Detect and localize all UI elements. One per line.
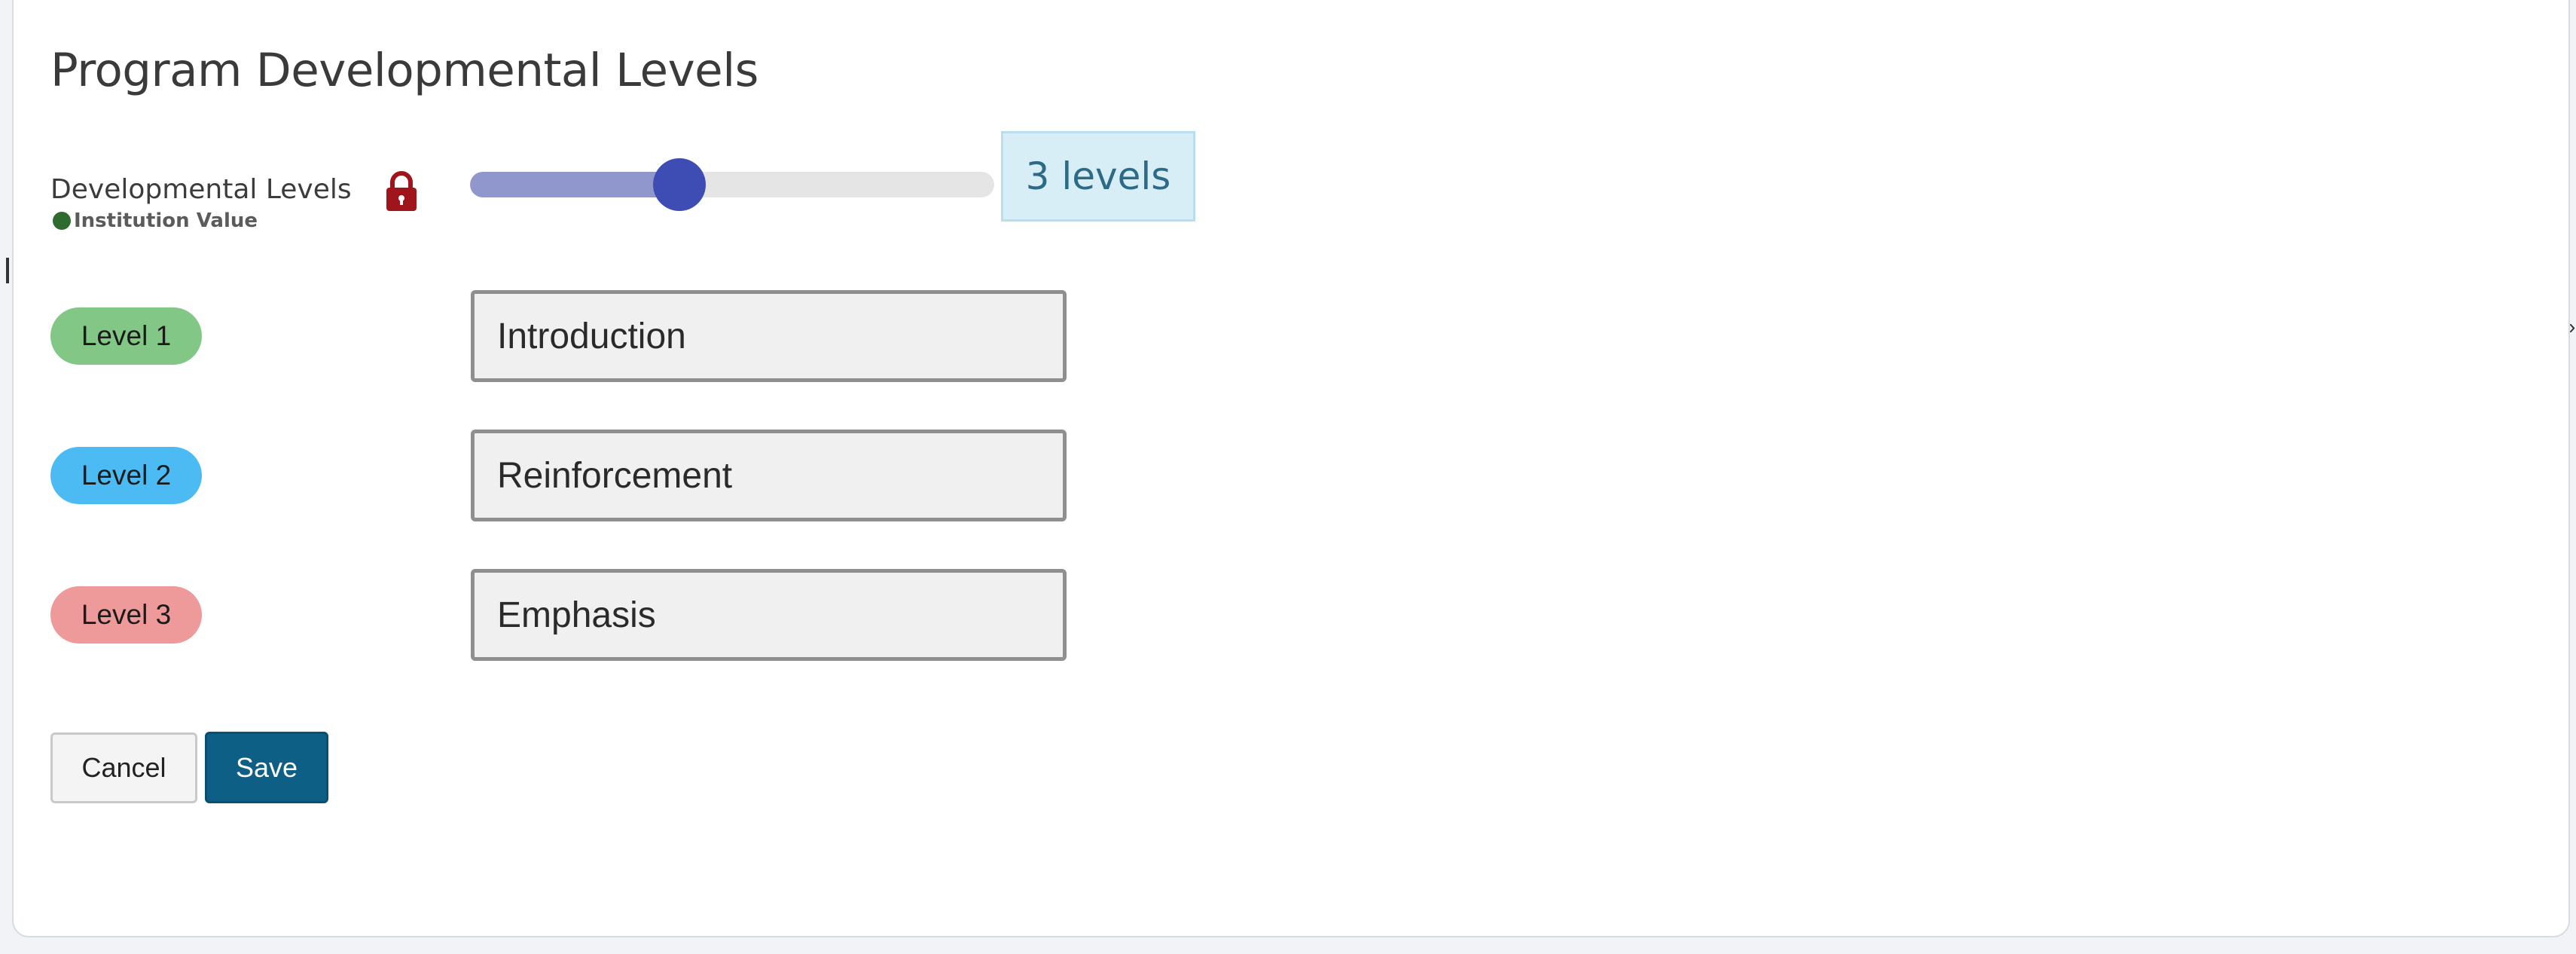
lock-icon[interactable]	[384, 170, 419, 213]
program-developmental-levels-dialog	[12, 0, 2570, 937]
levels-slider-thumb[interactable]	[653, 158, 707, 211]
level-1-name-input[interactable]: Introduction	[471, 290, 1067, 382]
cancel-button[interactable]: Cancel	[50, 732, 197, 803]
left-edge-marker	[6, 258, 9, 283]
levels-slider-fill	[470, 172, 680, 197]
level-1-badge: Level 1	[50, 307, 202, 365]
levels-slider-track[interactable]	[470, 172, 994, 197]
levels-count-display: 3 levels	[1001, 131, 1195, 222]
save-button[interactable]: Save	[205, 732, 328, 803]
level-2-name-input[interactable]: Reinforcement	[471, 430, 1067, 521]
institution-value-label: Institution Value	[74, 209, 258, 232]
level-3-name-input[interactable]: Emphasis	[471, 569, 1067, 661]
level-2-badge: Level 2	[50, 447, 202, 504]
institution-value-indicator: Institution Value	[53, 209, 258, 232]
dialog-title: Program Developmental Levels	[50, 44, 758, 97]
institution-status-dot-icon	[53, 212, 71, 230]
level-3-badge: Level 3	[50, 586, 202, 644]
developmental-levels-label: Developmental Levels	[50, 174, 352, 205]
